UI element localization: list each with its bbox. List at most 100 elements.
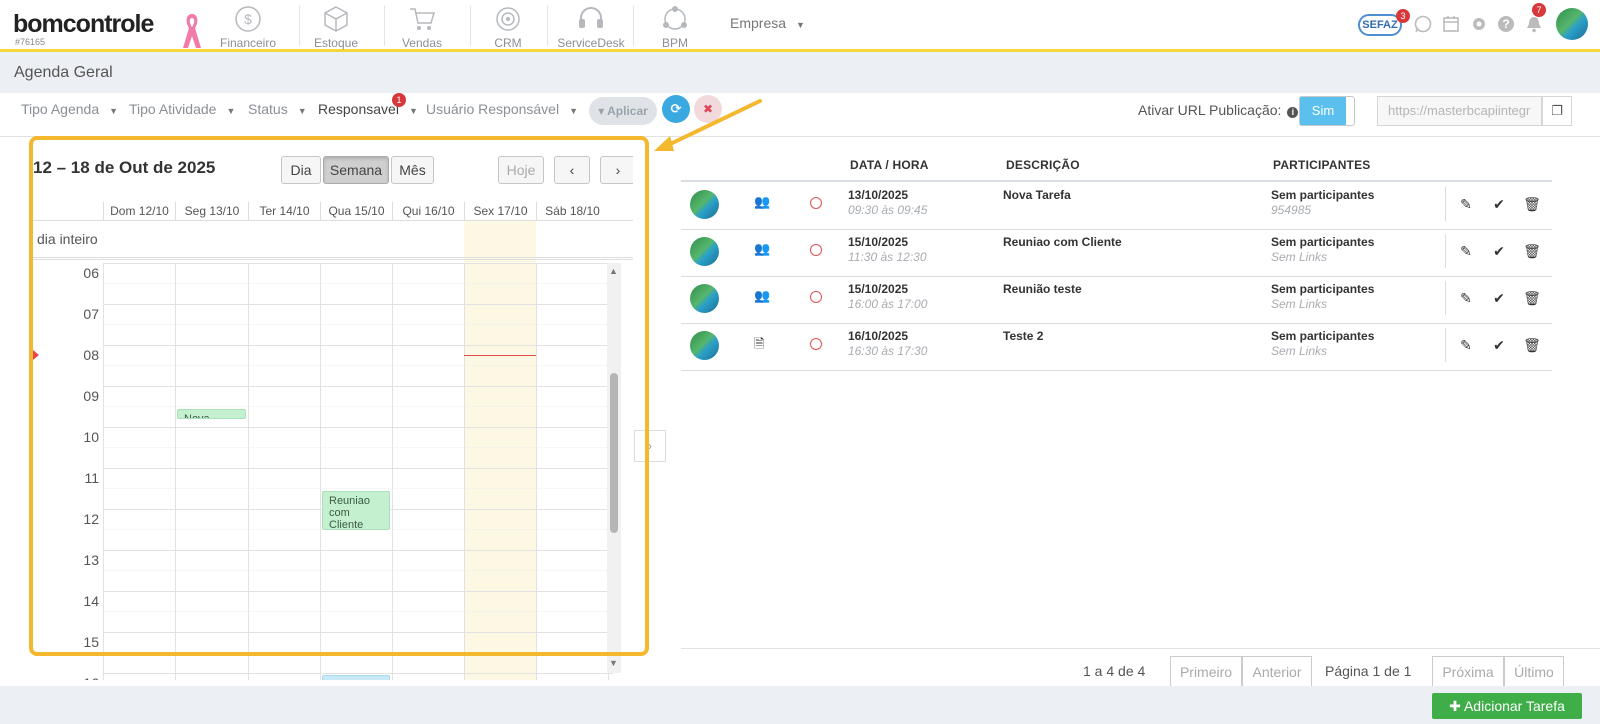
day-column-line <box>392 263 393 680</box>
copy-url-button[interactable]: ❐ <box>1542 96 1572 126</box>
nav-vendas[interactable]: Vendas <box>392 4 452 50</box>
collapse-panel-button[interactable]: › <box>634 430 666 462</box>
col-header-description: DESCRIÇÃO <box>1006 158 1080 172</box>
nav-label: Vendas <box>401 36 443 50</box>
check-icon[interactable]: ✔ <box>1484 190 1514 218</box>
trash-icon[interactable]: 🗑 <box>1517 284 1547 312</box>
nav-crm[interactable]: CRM <box>478 4 538 50</box>
nav-bpm[interactable]: BPM <box>645 4 705 50</box>
day-header[interactable]: Sáb 18/10 <box>536 202 608 220</box>
callout-arrow <box>654 99 762 151</box>
col-header-participants: PARTICIPANTES <box>1273 158 1371 172</box>
scroll-up-icon[interactable]: ▲ <box>609 266 618 276</box>
bell-icon[interactable] <box>1525 15 1543 33</box>
filter-tipo-atividade[interactable]: Tipo Atividade ▼ <box>129 101 235 117</box>
headset-icon <box>579 7 603 28</box>
task-time: 09:30 às 09:45 <box>848 203 928 217</box>
last-page-button[interactable]: Último <box>1504 656 1564 688</box>
calendar-title: 12 – 18 de Out de 2025 <box>33 158 216 177</box>
calendar-event[interactable]: Reuniao com Cliente <box>322 490 390 530</box>
day-header[interactable]: Ter 14/10 <box>248 202 320 220</box>
hour-label: 13 <box>83 552 99 568</box>
brand-logo[interactable]: bomcontrole <box>13 10 154 39</box>
filter-status[interactable]: Status ▼ <box>248 101 307 117</box>
view-month-button[interactable]: Mês <box>391 156 434 184</box>
clock-icon <box>810 244 822 256</box>
prev-page-button[interactable]: Anterior <box>1242 656 1312 688</box>
day-header[interactable]: Qua 15/10 <box>320 202 392 220</box>
hour-label: 11 <box>84 470 99 486</box>
next-week-button[interactable]: › <box>600 156 633 184</box>
whatsapp-icon[interactable] <box>1414 15 1432 33</box>
time-slots[interactable]: 06 07 08 09 10 11 12 13 14 15 16 Nova Tarefa Reuniao… <box>33 263 613 680</box>
nav-financeiro[interactable]: $ Financeiro <box>218 4 278 50</box>
day-column-line <box>464 263 465 680</box>
copy-icon: ❐ <box>1551 103 1563 118</box>
gear-icon[interactable] <box>1470 15 1488 33</box>
task-time: 16:00 às 17:00 <box>848 297 928 311</box>
edit-icon[interactable]: ✎ <box>1451 284 1481 312</box>
check-icon[interactable]: ✔ <box>1484 237 1514 265</box>
user-avatar[interactable] <box>1556 8 1588 40</box>
edit-icon[interactable]: ✎ <box>1451 190 1481 218</box>
task-participants: Sem participantes <box>1271 282 1375 296</box>
scroll-down-icon[interactable]: ▼ <box>609 658 618 668</box>
task-participants: Sem participantes <box>1271 329 1375 343</box>
calendar-scrollbar[interactable]: ▲ <box>607 263 621 673</box>
day-header[interactable]: Sex 17/10 <box>464 202 536 220</box>
table-row[interactable]: 🗎 16/10/2025 16:30 às 17:30 Teste 2 Sem part… <box>681 323 1552 370</box>
target-icon <box>496 7 520 31</box>
trash-icon[interactable]: 🗑 <box>1517 190 1547 218</box>
info-icon[interactable]: i <box>1287 107 1299 118</box>
filter-usuario-responsavel[interactable]: Usuário Responsável ▼ <box>426 101 578 117</box>
chevron-right-icon: › <box>615 162 621 178</box>
calendar-icon[interactable] <box>1442 15 1460 33</box>
first-page-button[interactable]: Primeiro <box>1170 656 1242 688</box>
company-dropdown[interactable]: Empresa ▼ <box>730 15 805 31</box>
day-header[interactable]: Qui 16/10 <box>392 202 464 220</box>
clock-icon <box>810 197 822 209</box>
url-publication-toggle[interactable]: Sim <box>1299 96 1355 126</box>
document-icon: 🗎 <box>754 336 765 351</box>
avatar <box>690 331 719 360</box>
users-icon: 👥 <box>754 288 771 303</box>
view-week-button[interactable]: Semana <box>323 156 389 184</box>
table-row[interactable]: 👥 13/10/2025 09:30 às 09:45 Nova Tarefa Sem … <box>681 182 1552 229</box>
edit-icon[interactable]: ✎ <box>1451 331 1481 359</box>
nav-servicedesk[interactable]: ServiceDesk <box>556 4 626 50</box>
trash-icon[interactable]: 🗑 <box>1517 237 1547 265</box>
filter-tipo-agenda[interactable]: Tipo Agenda ▼ <box>21 101 118 117</box>
calendar-event[interactable]: Nova Tarefa <box>177 408 246 419</box>
calendar-event[interactable]: Reunião teste <box>322 675 390 680</box>
task-links: Sem Links <box>1271 250 1328 264</box>
scroll-thumb[interactable] <box>610 373 618 533</box>
day-column-line <box>536 263 537 680</box>
prev-week-button[interactable]: ‹ <box>554 156 590 184</box>
task-description: Reuniao com Cliente <box>1003 235 1122 249</box>
view-day-button[interactable]: Dia <box>281 156 321 184</box>
check-icon[interactable]: ✔ <box>1484 284 1514 312</box>
help-icon[interactable]: ? <box>1497 15 1515 33</box>
edit-icon[interactable]: ✎ <box>1451 237 1481 265</box>
filter-label: Tipo Atividade <box>129 101 217 117</box>
check-icon[interactable]: ✔ <box>1484 331 1514 359</box>
day-header[interactable]: Seg 13/10 <box>175 202 248 220</box>
chevron-down-icon: ▼ <box>408 106 418 116</box>
users-icon: 👥 <box>754 194 771 209</box>
add-task-button[interactable]: ✚ Adicionar Tarefa <box>1432 693 1582 719</box>
nav-estoque[interactable]: Estoque <box>306 4 366 50</box>
apply-filter-button[interactable]: ▾ Aplicar <box>589 97 657 125</box>
svg-text:?: ? <box>1502 17 1509 31</box>
hour-label: 14 <box>83 593 99 609</box>
task-links: Sem Links <box>1271 344 1328 358</box>
today-button[interactable]: Hoje <box>498 156 544 184</box>
nav-label: Estoque <box>313 36 359 50</box>
table-row[interactable]: 👥 15/10/2025 16:00 às 17:00 Reunião teste Se… <box>681 276 1552 323</box>
trash-icon[interactable]: 🗑 <box>1517 331 1547 359</box>
hour-label: 10 <box>83 429 99 445</box>
publication-url-field[interactable]: https://masterbcapiintegr <box>1377 96 1542 126</box>
table-row[interactable]: 👥 15/10/2025 11:30 às 12:30 Reuniao com Cli… <box>681 229 1552 276</box>
avatar <box>690 190 719 219</box>
day-header[interactable]: Dom 12/10 <box>103 202 175 220</box>
next-page-button[interactable]: Próxima <box>1432 656 1504 688</box>
